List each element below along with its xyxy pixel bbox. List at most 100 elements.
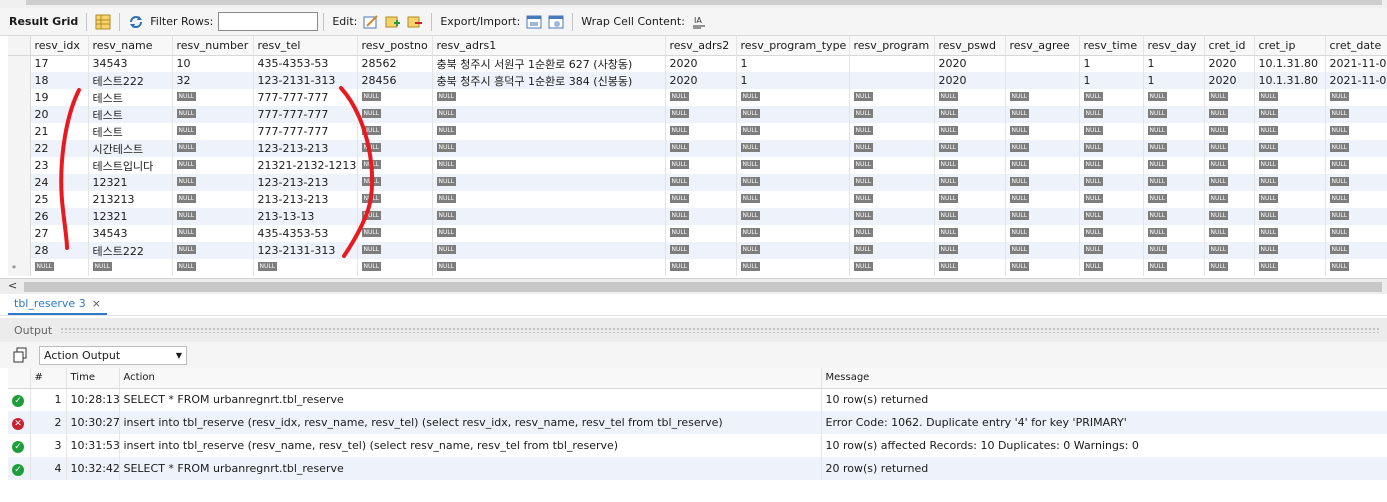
cell-cret-id[interactable]: NULL [1204,208,1255,225]
cell-resv-name[interactable]: 34543 [88,55,173,72]
row-selector[interactable] [8,208,31,225]
cell-cret-ip[interactable]: NULL [1254,140,1326,157]
top-scrollbar-thumb[interactable] [26,0,1382,5]
cell-resv-pswd[interactable]: NULL [934,225,1006,242]
row-selector[interactable] [8,191,31,208]
cell-cret-id[interactable]: NULL [1204,106,1255,123]
cell-resv-agree[interactable]: NULL [1005,123,1080,140]
cell-cret-date[interactable]: NULL [1325,123,1387,140]
cell-resv-number[interactable]: NULL [172,225,254,242]
cell-resv-postno[interactable]: NULL [357,191,433,208]
num-cell[interactable]: 3 [30,434,67,457]
column-header-resv-adrs1[interactable]: resv_adrs1 [432,36,666,56]
time-cell[interactable]: 10:28:13 [66,388,120,411]
row-selector[interactable] [8,55,31,72]
cell-resv-program[interactable]: NULL [849,259,935,276]
cell-resv-adrs1[interactable]: NULL [432,208,666,225]
row-selector[interactable] [8,174,31,191]
action-cell[interactable]: insert into tbl_reserve (resv_idx, resv_… [119,411,822,434]
cell-resv-tel[interactable]: NULL [253,259,358,276]
column-header-resv-program-type[interactable]: resv_program_type [736,36,850,56]
filter-rows-input[interactable] [218,12,319,31]
cell-cret-id[interactable]: 2020 [1204,72,1255,89]
close-icon[interactable]: × [92,297,101,310]
cell-resv-idx[interactable]: 19 [30,89,89,106]
message-cell[interactable]: 10 row(s) affected Records: 10 Duplicate… [821,434,1387,457]
cell-resv-idx[interactable]: 22 [30,140,89,157]
cell-resv-adrs2[interactable]: NULL [665,140,737,157]
column-header-resv-number[interactable]: resv_number [172,36,254,56]
cell-cret-id[interactable]: NULL [1204,89,1255,106]
cell-resv-postno[interactable]: 28456 [357,72,433,89]
cell-resv-agree[interactable] [1005,72,1080,89]
refresh-icon[interactable] [128,14,144,30]
cell-resv-tel[interactable]: 123-213-213 [253,174,358,191]
cell-resv-agree[interactable]: NULL [1005,191,1080,208]
new-row[interactable]: * NULL NULL NULL NULL NULL NULL NULL NULL NULL NUL… [8,259,1387,276]
cell-resv-tel[interactable]: 777-777-777 [253,123,358,140]
cell-resv-program[interactable]: NULL [849,140,935,157]
edit-row-icon[interactable] [363,14,379,30]
cell-resv-agree[interactable]: NULL [1005,140,1080,157]
cell-resv-number[interactable]: NULL [172,191,254,208]
cell-cret-id[interactable]: NULL [1204,174,1255,191]
action-column-header[interactable]: Action [119,368,822,389]
cell-resv-name[interactable]: 시간테스트 [88,140,173,157]
cell-resv-program-type[interactable]: NULL [736,174,850,191]
cell-resv-adrs1[interactable]: NULL [432,259,666,276]
cell-resv-number[interactable]: NULL [172,208,254,225]
cell-resv-agree[interactable] [1005,55,1080,72]
cell-resv-idx[interactable]: 26 [30,208,89,225]
table-row[interactable]: 26 12321 NULL 213-13-13 NULL NULL NULL NULL NULL… [8,208,1387,225]
cell-cret-id[interactable]: NULL [1204,123,1255,140]
cell-resv-program-type[interactable]: NULL [736,225,850,242]
column-header-resv-postno[interactable]: resv_postno [357,36,433,56]
cell-resv-idx[interactable]: 18 [30,72,89,89]
grid-view-icon[interactable] [95,14,111,30]
cell-resv-pswd[interactable]: NULL [934,174,1006,191]
cell-resv-time[interactable]: NULL [1079,208,1144,225]
cell-resv-tel[interactable]: 435-4353-53 [253,55,358,72]
cell-resv-pswd[interactable]: NULL [934,106,1006,123]
cell-resv-idx[interactable]: 21 [30,123,89,140]
num-cell[interactable]: 2 [30,411,67,434]
cell-cret-ip[interactable]: NULL [1254,208,1326,225]
cell-resv-program-type[interactable]: NULL [736,106,850,123]
cell-resv-adrs2[interactable]: NULL [665,191,737,208]
row-selector[interactable] [8,157,31,174]
cell-resv-day[interactable]: NULL [1143,225,1205,242]
cell-cret-ip[interactable]: NULL [1254,242,1326,259]
cell-resv-day[interactable]: NULL [1143,174,1205,191]
cell-resv-tel[interactable]: 435-4353-53 [253,225,358,242]
cell-resv-adrs2[interactable]: NULL [665,208,737,225]
cell-resv-program-type[interactable]: NULL [736,89,850,106]
cell-resv-adrs2[interactable]: 2020 [665,72,737,89]
cell-resv-agree[interactable]: NULL [1005,242,1080,259]
cell-cret-date[interactable]: NULL [1325,208,1387,225]
cell-resv-program-type[interactable]: NULL [736,208,850,225]
column-header-resv-idx[interactable]: resv_idx [30,36,89,56]
cell-resv-tel[interactable]: 777-777-777 [253,89,358,106]
cell-resv-agree[interactable]: NULL [1005,225,1080,242]
table-row[interactable]: 24 12321 NULL 123-213-213 NULL NULL NULL NULL NU… [8,174,1387,191]
cell-resv-number[interactable]: NULL [172,157,254,174]
cell-resv-postno[interactable]: 28562 [357,55,433,72]
time-cell[interactable]: 10:32:42 [66,457,120,480]
cell-resv-program[interactable] [849,72,935,89]
cell-cret-ip[interactable]: NULL [1254,123,1326,140]
cell-resv-adrs1[interactable]: NULL [432,123,666,140]
cell-resv-program-type[interactable]: NULL [736,191,850,208]
cell-resv-idx[interactable]: NULL [30,259,89,276]
cell-cret-ip[interactable]: NULL [1254,174,1326,191]
cell-resv-name[interactable]: 12321 [88,174,173,191]
cell-resv-name[interactable]: 테스트 [88,106,173,123]
row-selector[interactable] [8,106,31,123]
cell-resv-number[interactable]: 32 [172,72,254,89]
cell-cret-id[interactable]: NULL [1204,157,1255,174]
message-cell[interactable]: Error Code: 1062. Duplicate entry '4' fo… [821,411,1387,434]
column-header-resv-pswd[interactable]: resv_pswd [934,36,1006,56]
cell-resv-time[interactable]: 1 [1079,55,1144,72]
cell-cret-ip[interactable]: NULL [1254,191,1326,208]
num-cell[interactable]: 4 [30,457,67,480]
cell-resv-time[interactable]: NULL [1079,89,1144,106]
